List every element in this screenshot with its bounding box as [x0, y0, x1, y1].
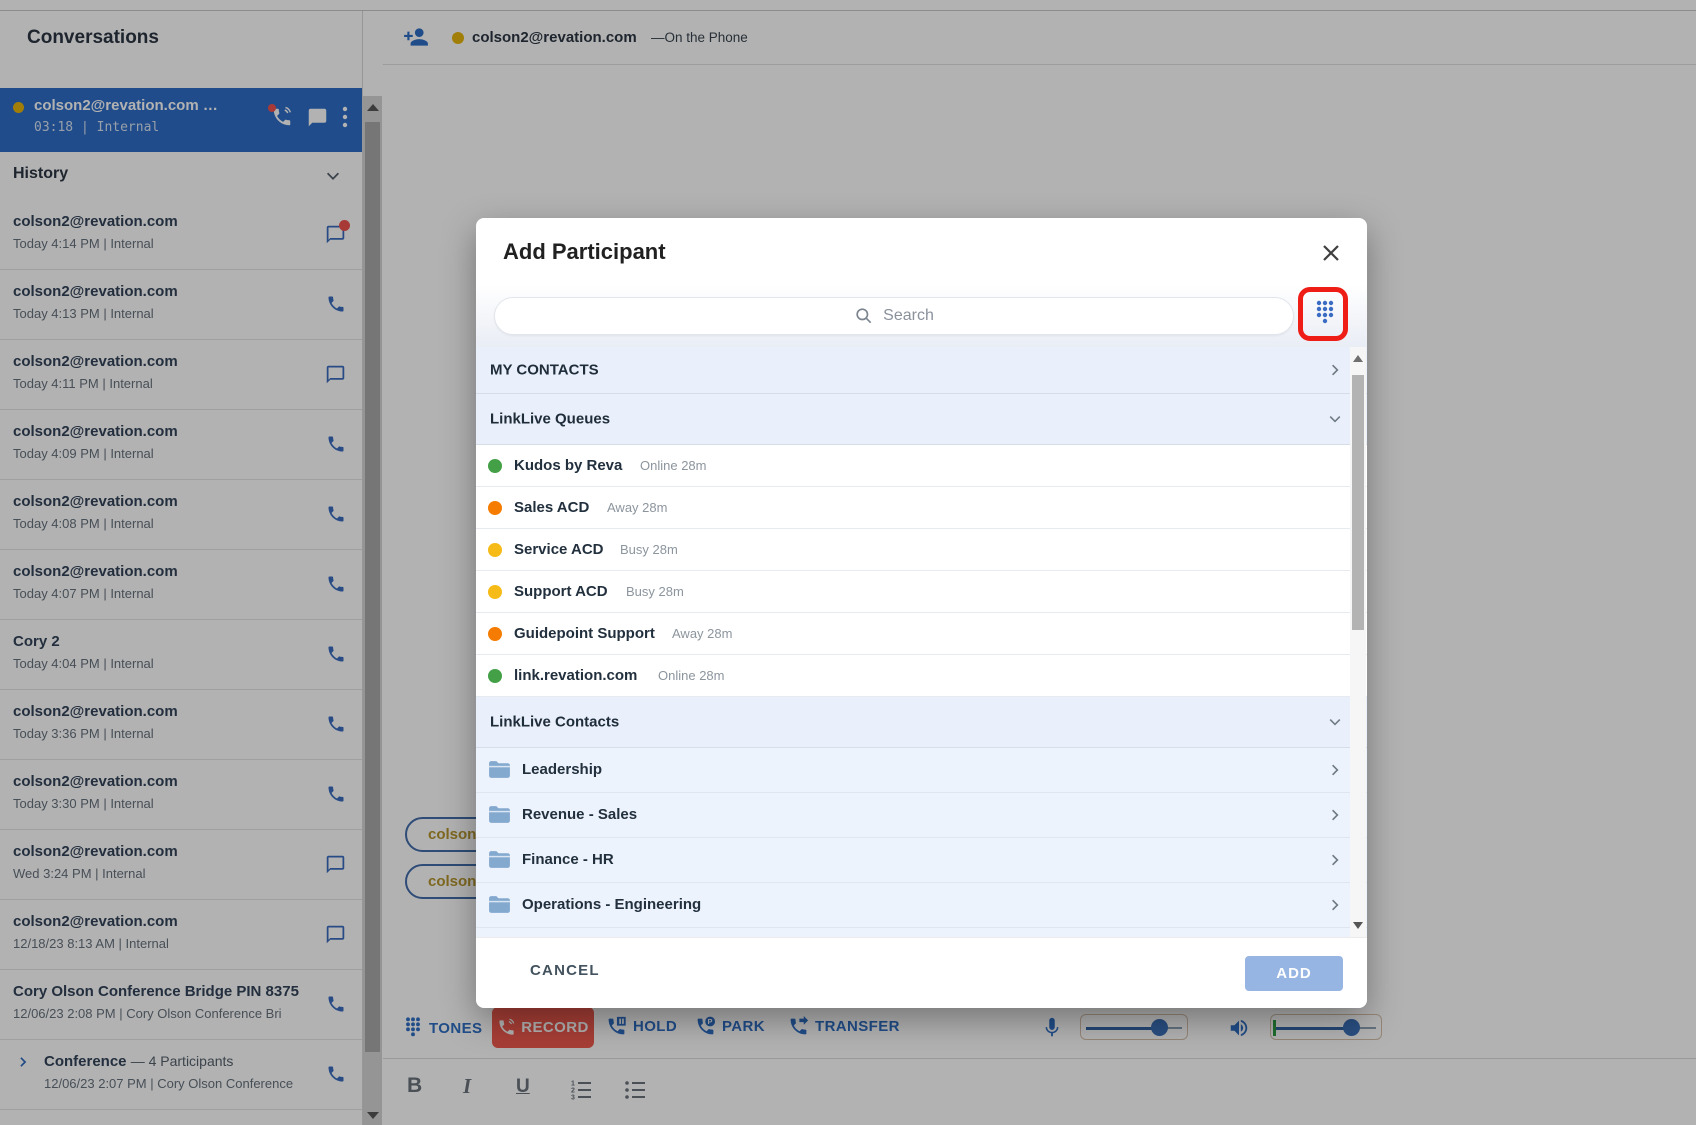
- modal-scrollbar[interactable]: [1350, 347, 1366, 937]
- chevron-right-icon: [1327, 807, 1343, 823]
- highlight-annotation: [1298, 287, 1348, 341]
- folder-row-partial[interactable]: [476, 928, 1367, 937]
- chevron-down-icon: [1327, 714, 1343, 730]
- scrollbar-thumb[interactable]: [1352, 375, 1364, 630]
- presence-dot-busy: [488, 585, 502, 599]
- chevron-right-icon: [1327, 362, 1343, 378]
- chevron-down-icon: [1327, 411, 1343, 427]
- add-button[interactable]: ADD: [1245, 956, 1343, 991]
- chevron-right-icon: [1327, 762, 1343, 778]
- queue-row[interactable]: link.revation.com Online 28m: [476, 655, 1367, 697]
- presence-dot-busy: [488, 543, 502, 557]
- folder-icon: [487, 849, 512, 870]
- folder-icon: [487, 804, 512, 825]
- folder-icon: [487, 894, 512, 915]
- folder-row[interactable]: Revenue - Sales: [476, 793, 1367, 838]
- section-linklive-contacts[interactable]: LinkLive Contacts: [476, 697, 1367, 748]
- presence-dot-away: [488, 627, 502, 641]
- contacts-list: MY CONTACTS LinkLive Queues Kudos by Rev…: [476, 347, 1367, 937]
- dialog-title: Add Participant: [503, 239, 666, 265]
- queue-row[interactable]: Support ACD Busy 28m: [476, 571, 1367, 613]
- search-icon: [854, 306, 874, 326]
- queue-row[interactable]: Kudos by Reva Online 28m: [476, 445, 1367, 487]
- folder-icon: [487, 759, 512, 780]
- scroll-down-arrow[interactable]: [1353, 922, 1363, 929]
- queue-row[interactable]: Guidepoint Support Away 28m: [476, 613, 1367, 655]
- close-icon[interactable]: [1321, 243, 1341, 263]
- folder-row[interactable]: Finance - HR: [476, 838, 1367, 883]
- section-my-contacts[interactable]: MY CONTACTS: [476, 347, 1367, 394]
- scroll-up-arrow[interactable]: [1353, 355, 1363, 362]
- chevron-right-icon: [1327, 897, 1343, 913]
- search-placeholder: Search: [883, 307, 934, 325]
- section-linklive-queues[interactable]: LinkLive Queues: [476, 394, 1367, 445]
- folder-row[interactable]: Leadership: [476, 748, 1367, 793]
- search-row: Search: [476, 285, 1367, 347]
- chevron-right-icon: [1327, 852, 1343, 868]
- dialog-footer: CANCEL ADD: [476, 937, 1367, 1008]
- add-participant-dialog: Add Participant Search MY CONTACTS: [476, 218, 1367, 1007]
- folder-row[interactable]: Operations - Engineering: [476, 883, 1367, 928]
- presence-dot-online: [488, 669, 502, 683]
- dialog-header: Add Participant: [476, 218, 1367, 285]
- cancel-button[interactable]: CANCEL: [530, 962, 600, 979]
- search-input[interactable]: Search: [494, 297, 1294, 335]
- queue-row[interactable]: Sales ACD Away 28m: [476, 487, 1367, 529]
- queue-row[interactable]: Service ACD Busy 28m: [476, 529, 1367, 571]
- presence-dot-online: [488, 459, 502, 473]
- app-window: Conversations colson2@revation.com … 03:…: [0, 0, 1696, 1125]
- presence-dot-away: [488, 501, 502, 515]
